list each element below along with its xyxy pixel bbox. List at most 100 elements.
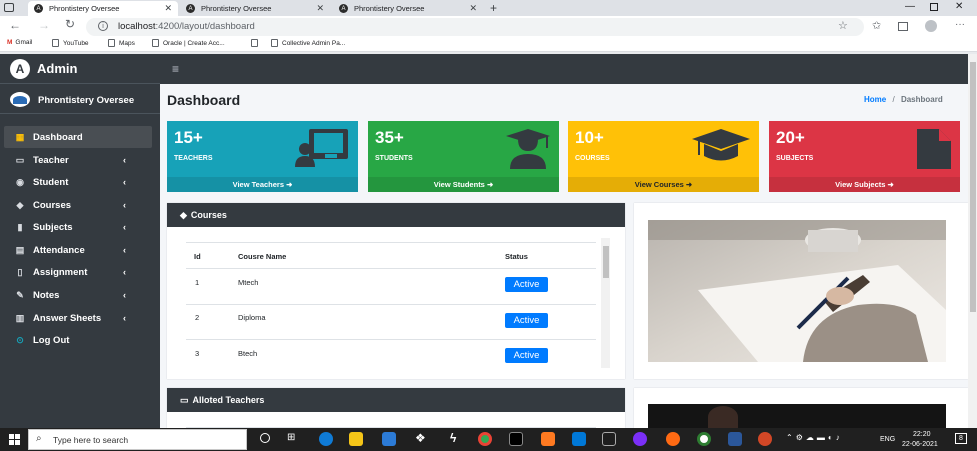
bookmark-label: Maps xyxy=(119,39,135,47)
page-icon xyxy=(52,39,59,47)
close-icon[interactable]: ✕ xyxy=(316,3,324,14)
card-link-label: View Subjects xyxy=(835,180,886,189)
ide-icon[interactable] xyxy=(602,432,616,446)
app-purple-icon[interactable] xyxy=(633,432,647,446)
bookmark-gmail[interactable]: M Gmail xyxy=(7,39,32,46)
table-divider xyxy=(186,339,596,340)
more-icon[interactable]: ··· xyxy=(955,19,965,30)
bookmark-folder[interactable] xyxy=(251,39,262,47)
sidebar-item-logout[interactable]: ⊙ Log Out xyxy=(0,329,160,351)
profile-avatar[interactable] xyxy=(925,20,937,32)
edit-icon: ✎ xyxy=(16,289,24,300)
table-scrollbar-thumb[interactable] xyxy=(603,246,609,278)
circle-icon: ⊙ xyxy=(16,334,24,345)
vscode-icon[interactable] xyxy=(572,432,586,446)
angular-icon: A xyxy=(34,4,43,13)
sidebar-item-teacher[interactable]: ▭ Teacher ‹ xyxy=(0,149,160,171)
task-view-icon[interactable]: ⊞ xyxy=(287,432,295,443)
close-icon[interactable]: ✕ xyxy=(164,3,172,14)
bookmark-collective[interactable]: Collective Admin Pa... xyxy=(271,39,345,47)
user-name[interactable]: Phrontistery Oversee xyxy=(38,95,134,106)
sidebar-item-label: Courses xyxy=(33,199,72,211)
postman-icon[interactable] xyxy=(666,432,680,446)
system-tray-icons[interactable]: ⌃⚙☁▬◐♪ xyxy=(786,433,843,442)
course-id: 2 xyxy=(195,313,200,322)
info-icon[interactable]: i xyxy=(98,21,108,31)
course-id: 1 xyxy=(195,278,200,287)
back-icon[interactable]: ← xyxy=(9,18,21,32)
bookmarks-bar xyxy=(0,38,977,52)
bookmark-oracle[interactable]: Oracle | Create Acc... xyxy=(152,39,225,47)
new-tab-icon[interactable]: + xyxy=(490,1,497,15)
sidebar-item-dashboard[interactable]: ▦ Dashboard xyxy=(0,126,160,148)
word-icon[interactable] xyxy=(728,432,742,446)
status-badge[interactable]: Active xyxy=(505,277,548,292)
dropbox-icon[interactable]: ❖ xyxy=(415,431,426,445)
sidebar-item-label: Attendance xyxy=(33,244,85,256)
bookmark-maps[interactable]: Maps xyxy=(108,39,135,47)
close-window-icon[interactable]: ✕ xyxy=(955,1,963,12)
angular-icon: A xyxy=(186,4,195,13)
terminal-icon[interactable] xyxy=(509,432,523,446)
file-explorer-icon[interactable] xyxy=(349,432,363,446)
sidebar-item-courses[interactable]: ◆ Courses ‹ xyxy=(0,194,160,216)
notification-center-icon[interactable]: 8 xyxy=(955,433,967,444)
tab-1[interactable]: A Phrontistery Oversee ✕ xyxy=(28,1,178,16)
favorites-icon[interactable]: ✩ xyxy=(872,19,881,32)
view-students-link[interactable]: View Students ➜ xyxy=(368,177,559,192)
status-badge[interactable]: Active xyxy=(505,348,548,363)
sidebar-item-notes[interactable]: ✎ Notes ‹ xyxy=(0,284,160,306)
column-header-status: Status xyxy=(505,252,528,261)
tab-2[interactable]: A Phrontistery Oversee ✕ xyxy=(180,1,330,16)
view-subjects-link[interactable]: View Subjects ➜ xyxy=(769,177,960,192)
mail-icon[interactable] xyxy=(382,432,396,446)
gmail-icon: M xyxy=(7,39,13,46)
column-header-id: Id xyxy=(194,252,201,261)
url-text[interactable]: localhost:4200/layout/dashboard xyxy=(118,21,255,32)
cortana-icon[interactable] xyxy=(260,433,270,443)
forward-icon[interactable]: → xyxy=(38,18,50,32)
menu-toggle-icon[interactable]: ≡ xyxy=(172,62,179,76)
language-indicator[interactable]: ENG xyxy=(880,436,895,443)
bookmark-youtube[interactable]: YouTube xyxy=(52,39,89,47)
maximize-icon[interactable] xyxy=(930,3,938,11)
sidebar-item-answer-sheets[interactable]: ▥ Answer Sheets ‹ xyxy=(0,307,160,329)
courses-panel xyxy=(167,203,625,379)
page-scrollbar-thumb[interactable] xyxy=(970,62,976,312)
taskbar-search-placeholder[interactable]: Type here to search xyxy=(53,435,128,445)
sidebar-item-assignment[interactable]: ▯ Assignment ‹ xyxy=(0,261,160,283)
view-teachers-link[interactable]: View Teachers ➜ xyxy=(167,177,358,192)
chalkboard-teacher-icon: ▭ xyxy=(15,154,25,165)
panel-title: Courses xyxy=(190,210,227,220)
close-icon[interactable]: ✕ xyxy=(469,3,477,14)
card-link-label: View Teachers xyxy=(232,180,285,189)
windows-start-icon[interactable] xyxy=(9,434,20,445)
breadcrumb-home[interactable]: Home xyxy=(864,95,886,104)
sidebar-item-label: Teacher xyxy=(33,154,69,166)
minimize-icon[interactable]: — xyxy=(905,1,915,12)
app-icon[interactable]: ϟ xyxy=(450,431,456,445)
bookmark-star-icon[interactable]: ☆ xyxy=(838,19,848,32)
view-courses-link[interactable]: View Courses ➜ xyxy=(568,177,759,192)
clock-date[interactable]: 22-06-2021 xyxy=(902,441,938,448)
collections-icon[interactable] xyxy=(898,22,908,31)
clock-time[interactable]: 22:20 xyxy=(913,431,931,438)
sidebar-item-attendance[interactable]: ▤ Attendance ‹ xyxy=(0,239,160,261)
file-icon xyxy=(917,129,951,169)
grid-icon: ▦ xyxy=(15,131,25,142)
courses-panel-header: ◆ Courses xyxy=(167,203,625,227)
sidebar-item-subjects[interactable]: ▮ Subjects ‹ xyxy=(0,216,160,238)
sidebar-item-label: Answer Sheets xyxy=(33,312,102,324)
status-badge[interactable]: Active xyxy=(505,313,548,328)
chrome-icon[interactable] xyxy=(478,432,492,446)
graduation-cap-icon xyxy=(692,129,750,161)
sidebar-item-student[interactable]: ◉ Student ‹ xyxy=(0,171,160,193)
edge-icon[interactable] xyxy=(319,432,333,446)
tab-actions-icon[interactable] xyxy=(4,3,14,12)
powerpoint-icon[interactable] xyxy=(758,432,772,446)
reload-icon[interactable]: ↻ xyxy=(65,17,75,31)
app-green-icon[interactable] xyxy=(697,432,711,446)
app-orange-icon[interactable] xyxy=(541,432,555,446)
tab-3[interactable]: A Phrontistery Oversee ✕ xyxy=(333,1,483,16)
brand-title[interactable]: Admin xyxy=(37,61,77,76)
